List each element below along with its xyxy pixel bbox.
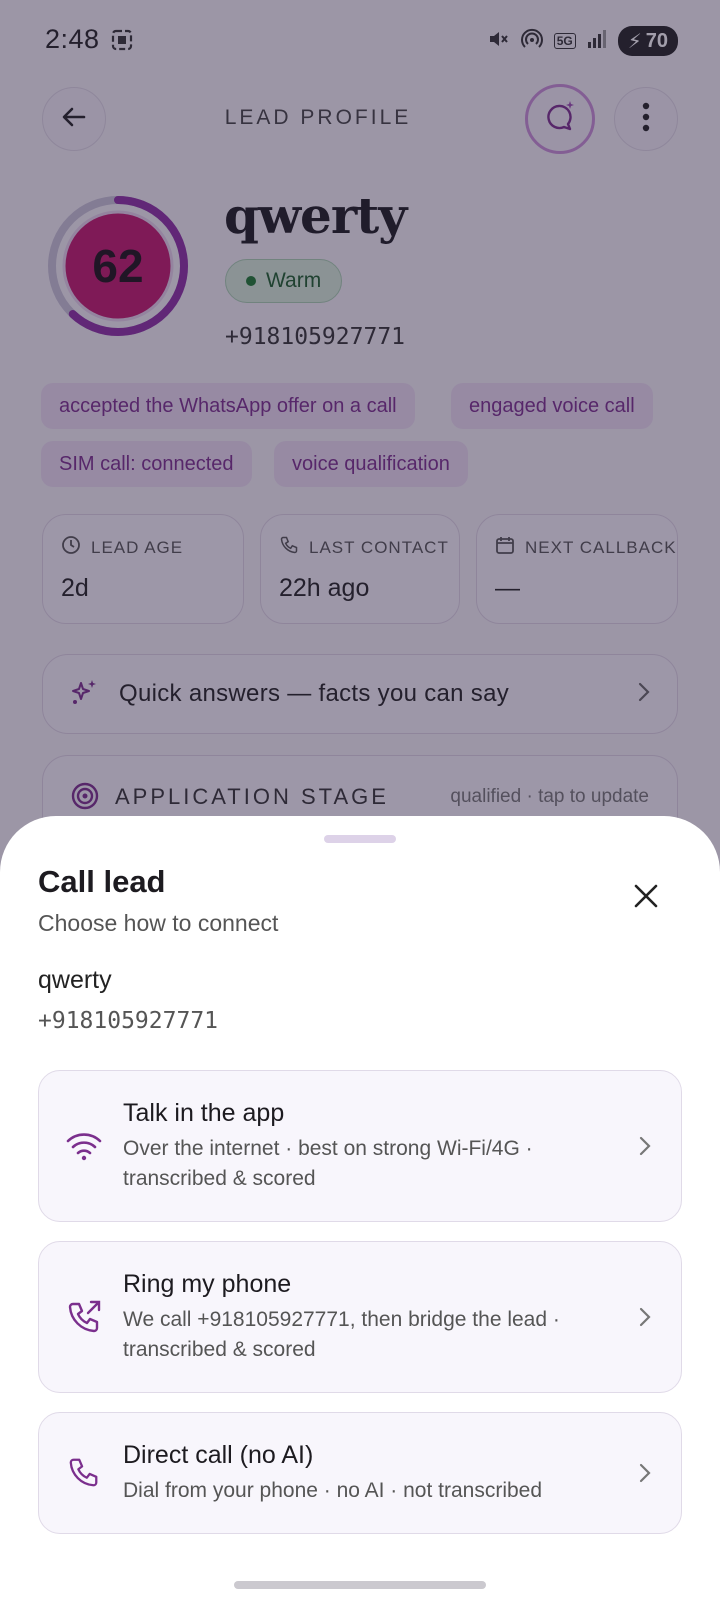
option-title: Talk in the app bbox=[123, 1098, 285, 1127]
sheet-lead-phone: +918105927771 bbox=[38, 1008, 219, 1034]
chevron-right-icon bbox=[633, 1135, 657, 1157]
option-talk-in-app[interactable]: Talk in the app Over the internet · best… bbox=[38, 1070, 682, 1222]
option-title: Direct call (no AI) bbox=[123, 1440, 314, 1469]
chevron-right-icon bbox=[633, 1462, 657, 1484]
wifi-icon bbox=[65, 1127, 103, 1165]
phone-icon bbox=[65, 1454, 103, 1492]
drag-handle[interactable] bbox=[324, 835, 396, 843]
option-direct-call[interactable]: Direct call (no AI) Dial from your phone… bbox=[38, 1412, 682, 1534]
home-indicator[interactable] bbox=[234, 1581, 486, 1589]
close-button[interactable] bbox=[622, 874, 670, 922]
option-description: Over the internet · best on strong Wi-Fi… bbox=[123, 1136, 533, 1190]
option-ring-my-phone[interactable]: Ring my phone We call +918105927771, the… bbox=[38, 1241, 682, 1393]
phone-forward-icon bbox=[65, 1298, 103, 1336]
sheet-lead-name: qwerty bbox=[38, 966, 112, 994]
sheet-title: Call lead bbox=[38, 864, 166, 899]
option-description: Dial from your phone · no AI · not trans… bbox=[123, 1478, 543, 1502]
close-icon bbox=[633, 883, 659, 914]
chevron-right-icon bbox=[633, 1306, 657, 1328]
option-description: We call +918105927771, then bridge the l… bbox=[123, 1307, 560, 1361]
sheet-subtitle: Choose how to connect bbox=[38, 910, 279, 936]
option-title: Ring my phone bbox=[123, 1269, 292, 1298]
